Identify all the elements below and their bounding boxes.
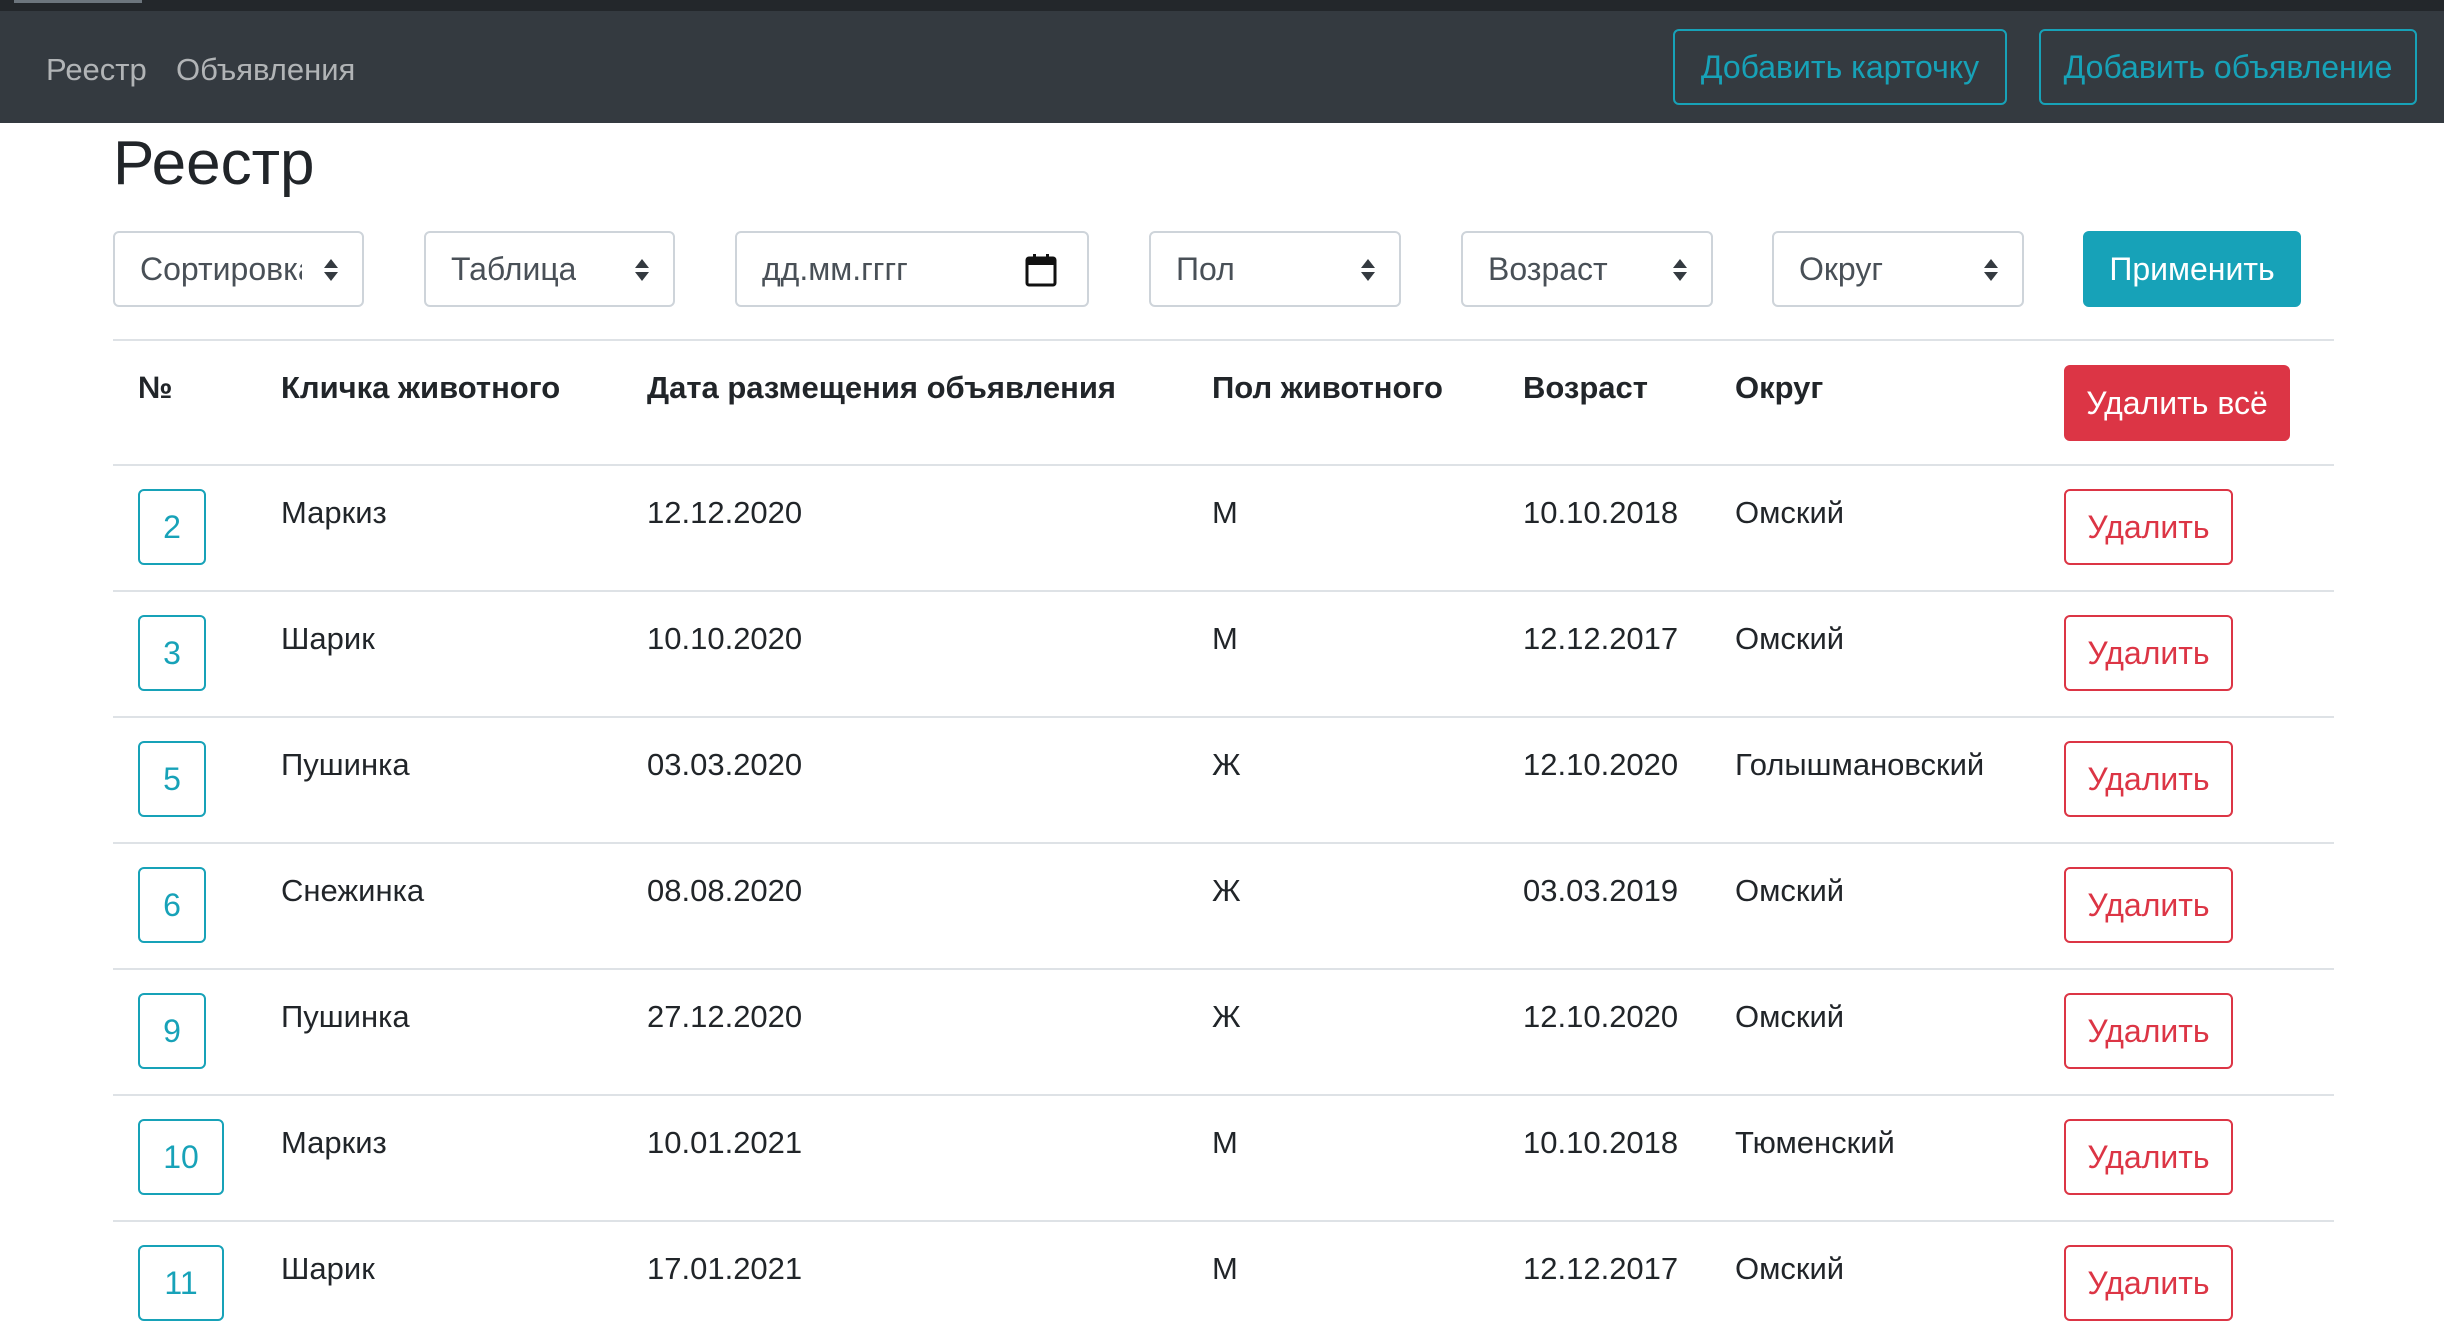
cell-district: Омский (1735, 1251, 1845, 1286)
select-caret-icon (635, 259, 649, 281)
cell-name: Пушинка (281, 747, 410, 782)
cell-district: Омский (1735, 999, 1845, 1034)
district-select-label: Округ (1799, 251, 1883, 287)
date-input-placeholder: дд.мм.гггг (762, 251, 908, 287)
cell-sex: М (1212, 621, 1238, 656)
delete-row-button[interactable]: Удалить (2064, 993, 2233, 1069)
cell-date: 17.01.2021 (647, 1251, 803, 1286)
table-select[interactable]: Таблица (424, 231, 675, 307)
cell-sex: М (1212, 1125, 1238, 1160)
cell-district: Омский (1735, 495, 1845, 530)
row-divider (113, 968, 2334, 970)
select-caret-icon (1361, 259, 1375, 281)
apply-button[interactable]: Применить (2083, 231, 2301, 307)
header-number: № (138, 370, 173, 405)
table-select-label: Таблица (451, 251, 577, 287)
row-number-button[interactable]: 6 (138, 867, 206, 943)
delete-row-button[interactable]: Удалить (2064, 615, 2233, 691)
district-select[interactable]: Округ (1772, 231, 2024, 307)
row-number-button[interactable]: 3 (138, 615, 206, 691)
add-ad-button[interactable]: Добавить объявление (2039, 29, 2417, 105)
page-title: Реестр (113, 129, 315, 198)
cell-date: 12.12.2020 (647, 495, 803, 530)
cell-sex: Ж (1212, 999, 1241, 1034)
row-number-button[interactable]: 2 (138, 489, 206, 565)
delete-all-button[interactable]: Удалить всё (2064, 365, 2290, 441)
cell-district: Омский (1735, 621, 1845, 656)
navbar: Реестр Объявления Добавить карточку Доба… (0, 11, 2444, 123)
delete-row-button[interactable]: Удалить (2064, 1119, 2233, 1195)
cell-name: Шарик (281, 1251, 375, 1286)
cell-name: Маркиз (281, 1125, 387, 1160)
sort-select[interactable]: Сортировка (113, 231, 364, 307)
nav-link-ads[interactable]: Объявления (176, 51, 355, 89)
browser-top-strip (0, 0, 2444, 11)
select-caret-icon (324, 259, 338, 281)
row-number-button[interactable]: 5 (138, 741, 206, 817)
cell-age: 12.12.2017 (1523, 1251, 1679, 1286)
row-number-button[interactable]: 11 (138, 1245, 224, 1321)
age-select-label: Возраст (1488, 251, 1608, 287)
select-caret-icon (1673, 259, 1687, 281)
header-date: Дата размещения объявления (647, 370, 1117, 405)
cell-sex: Ж (1212, 873, 1241, 908)
row-divider (113, 590, 2334, 592)
age-select[interactable]: Возраст (1461, 231, 1713, 307)
cell-name: Маркиз (281, 495, 387, 530)
select-caret-icon (1984, 259, 1998, 281)
cell-name: Шарик (281, 621, 375, 656)
cell-date: 10.10.2020 (647, 621, 803, 656)
cell-sex: М (1212, 1251, 1238, 1286)
row-number-button[interactable]: 10 (138, 1119, 224, 1195)
cell-name: Пушинка (281, 999, 410, 1034)
row-divider (113, 1220, 2334, 1222)
cell-date: 03.03.2020 (647, 747, 803, 782)
header-name: Кличка животного (281, 370, 561, 405)
delete-row-button[interactable]: Удалить (2064, 741, 2233, 817)
cell-age: 12.10.2020 (1523, 999, 1679, 1034)
tab-indicator (14, 0, 142, 3)
cell-name: Снежинка (281, 873, 425, 908)
calendar-icon[interactable] (1025, 253, 1057, 287)
date-input[interactable]: дд.мм.гггг (735, 231, 1089, 307)
cell-age: 10.10.2018 (1523, 1125, 1679, 1160)
header-age: Возраст (1523, 370, 1648, 405)
sort-select-label: Сортировка (140, 251, 302, 287)
cell-sex: Ж (1212, 747, 1241, 782)
sex-select[interactable]: Пол (1149, 231, 1401, 307)
delete-row-button[interactable]: Удалить (2064, 867, 2233, 943)
header-district: Округ (1735, 370, 1824, 405)
row-number-button[interactable]: 9 (138, 993, 206, 1069)
row-divider (113, 464, 2334, 466)
delete-row-button[interactable]: Удалить (2064, 489, 2233, 565)
table-top-border (113, 339, 2334, 341)
cell-district: Омский (1735, 873, 1845, 908)
cell-district: Голышмановский (1735, 747, 1985, 782)
row-divider (113, 1094, 2334, 1096)
cell-date: 08.08.2020 (647, 873, 803, 908)
add-card-button[interactable]: Добавить карточку (1673, 29, 2007, 105)
sex-select-label: Пол (1176, 251, 1235, 287)
cell-age: 12.12.2017 (1523, 621, 1679, 656)
cell-date: 10.01.2021 (647, 1125, 803, 1160)
nav-link-registry[interactable]: Реестр (46, 51, 147, 89)
row-divider (113, 716, 2334, 718)
cell-age: 03.03.2019 (1523, 873, 1679, 908)
cell-age: 10.10.2018 (1523, 495, 1679, 530)
cell-date: 27.12.2020 (647, 999, 803, 1034)
delete-row-button[interactable]: Удалить (2064, 1245, 2233, 1321)
cell-district: Тюменский (1735, 1125, 1895, 1160)
cell-age: 12.10.2020 (1523, 747, 1679, 782)
header-sex: Пол животного (1212, 370, 1443, 405)
row-divider (113, 842, 2334, 844)
cell-sex: М (1212, 495, 1238, 530)
